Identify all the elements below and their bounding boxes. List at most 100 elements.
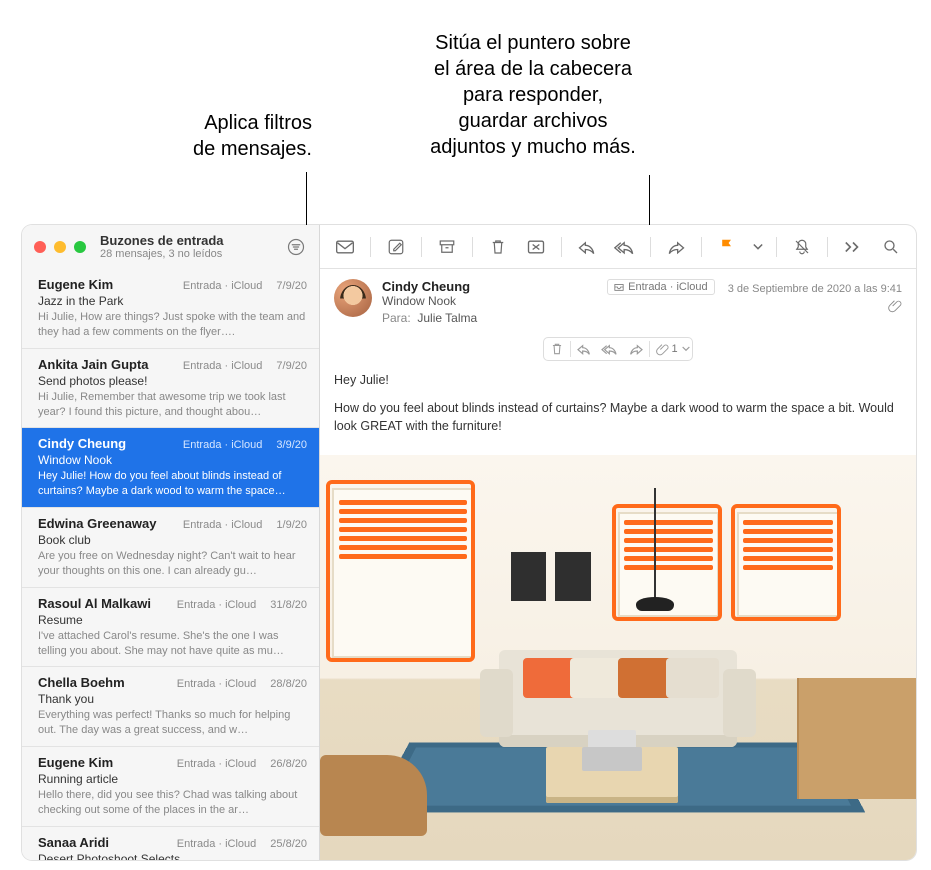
flag-button[interactable]	[712, 233, 742, 261]
hover-reply-all-button[interactable]	[597, 338, 623, 360]
toolbar	[320, 225, 916, 269]
filter-button[interactable]	[283, 234, 309, 260]
message-item[interactable]: Sanaa Aridi Entrada · iCloud 25/8/20 Desert…	[22, 827, 319, 860]
toolbar-divider	[827, 237, 828, 257]
body-greeting: Hey Julie!	[334, 371, 902, 389]
hover-reply-button[interactable]	[571, 338, 597, 360]
flag-menu-button[interactable]	[750, 233, 766, 261]
msg-subject: Jazz in the Park	[38, 294, 307, 308]
archive-button[interactable]	[432, 233, 462, 261]
msg-sender: Sanaa Aridi	[38, 835, 109, 850]
forward-icon	[628, 343, 644, 355]
header-hover-toolbar: 1	[543, 337, 692, 361]
msg-subject: Send photos please!	[38, 374, 307, 388]
reply-all-icon	[614, 239, 636, 255]
message-item[interactable]: Eugene Kim Entrada · iCloud 26/8/20 Running…	[22, 747, 319, 827]
chevron-down-icon	[753, 243, 763, 251]
msg-mailbox: Entrada · iCloud	[183, 280, 263, 292]
msg-subject: Desert Photoshoot Selects	[38, 852, 307, 860]
msg-preview: Hello there, did you see this? Chad was …	[38, 788, 307, 818]
message-list[interactable]: Eugene KimEntrada · iCloud7/9/20Jazz in …	[22, 269, 319, 860]
message-item[interactable]: Ankita Jain GuptaEntrada · iCloud7/9/20S…	[22, 349, 319, 429]
inbox-subtitle: 28 mensajes, 3 no leídos	[100, 248, 224, 260]
msg-subject: Resume	[38, 613, 307, 627]
delete-button[interactable]	[483, 233, 513, 261]
msg-mailbox: Entrada · iCloud	[177, 678, 257, 690]
sidebar-header: Buzones de entrada 28 mensajes, 3 no leí…	[22, 225, 319, 269]
forward-button[interactable]	[661, 233, 691, 261]
msg-date: 28/8/20	[270, 678, 307, 690]
reader-mailbox-pill[interactable]: Entrada · iCloud	[607, 279, 715, 295]
attachment-indicator	[888, 299, 902, 313]
compose-icon	[387, 238, 405, 256]
get-mail-button[interactable]	[330, 233, 360, 261]
msg-preview: Hey Julie! How do you feel about blinds …	[38, 469, 307, 499]
reader-date: 3 de Septiembre de 2020 a las 9:41	[728, 283, 902, 295]
callout-filters: Aplica filtros de mensajes.	[122, 110, 312, 162]
reader-subject: Window Nook	[382, 294, 902, 308]
reply-all-button[interactable]	[610, 233, 640, 261]
toolbar-divider	[776, 237, 777, 257]
message-item[interactable]: Rasoul Al MalkawiEntrada · iCloud31/8/20…	[22, 588, 319, 668]
flag-icon	[719, 238, 735, 256]
window-controls	[34, 241, 86, 253]
msg-sender: Chella Boehm	[38, 675, 125, 690]
callout-header-hover: Sitúa el puntero sobre el área de la cab…	[378, 30, 688, 160]
msg-mailbox: Entrada · iCloud	[183, 360, 263, 372]
archive-icon	[438, 238, 456, 256]
msg-subject: Running article	[38, 772, 307, 786]
reader-to: Para: Julie Talma	[382, 311, 902, 325]
msg-date: 3/9/20	[276, 439, 307, 451]
msg-subject: Book club	[38, 533, 307, 547]
junk-button[interactable]	[521, 233, 551, 261]
message-body: Hey Julie! How do you feel about blinds …	[320, 361, 916, 455]
message-item[interactable]: Edwina GreenawayEntrada · iCloud1/9/20Bo…	[22, 508, 319, 588]
hover-forward-button[interactable]	[623, 338, 649, 360]
reader-meta: Entrada · iCloud 3 de Septiembre de 2020…	[607, 279, 902, 295]
trash-icon	[550, 342, 564, 356]
compose-button[interactable]	[381, 233, 411, 261]
zoom-window-button[interactable]	[74, 241, 86, 253]
msg-sender: Eugene Kim	[38, 755, 113, 770]
message-item[interactable]: Chella Boehm Entrada · iCloud 28/8/20 Thank…	[22, 667, 319, 747]
reply-icon	[576, 343, 592, 355]
msg-subject: Window Nook	[38, 453, 307, 467]
msg-mailbox: Entrada · iCloud	[177, 838, 257, 850]
msg-date: 26/8/20	[270, 758, 307, 770]
msg-sender: Cindy Cheung	[38, 436, 126, 451]
msg-subject: Thank you	[38, 692, 307, 706]
hover-delete-button[interactable]	[544, 338, 570, 360]
message-header: Cindy Cheung Window Nook Para: Julie Tal…	[320, 269, 916, 331]
msg-mailbox: Entrada · iCloud	[177, 758, 257, 770]
message-item[interactable]: Cindy CheungEntrada · iCloud3/9/20Window…	[22, 428, 319, 508]
search-icon	[882, 238, 900, 256]
reply-button[interactable]	[572, 233, 602, 261]
toolbar-divider	[421, 237, 422, 257]
toolbar-divider	[701, 237, 702, 257]
msg-date: 1/9/20	[276, 519, 307, 531]
msg-preview: Everything was perfect! Thanks so much f…	[38, 708, 307, 738]
hover-attachments-button[interactable]: 1	[650, 338, 691, 360]
mute-button[interactable]	[787, 233, 817, 261]
paperclip-icon	[888, 299, 902, 313]
minimize-window-button[interactable]	[54, 241, 66, 253]
trash-icon	[489, 238, 507, 256]
msg-sender: Edwina Greenaway	[38, 516, 157, 531]
msg-sender: Ankita Jain Gupta	[38, 357, 149, 372]
close-window-button[interactable]	[34, 241, 46, 253]
photo-scene	[320, 455, 916, 860]
message-item[interactable]: Eugene KimEntrada · iCloud7/9/20Jazz in …	[22, 269, 319, 349]
sidebar: Buzones de entrada 28 mensajes, 3 no leí…	[22, 225, 320, 860]
attach-count: 1	[669, 343, 681, 355]
toolbar-divider	[370, 237, 371, 257]
msg-preview: Hi Julie, How are things? Just spoke wit…	[38, 310, 307, 340]
search-button[interactable]	[876, 233, 906, 261]
main-pane: Cindy Cheung Window Nook Para: Julie Tal…	[320, 225, 916, 860]
forward-icon	[666, 239, 686, 255]
inbox-heading: Buzones de entrada 28 mensajes, 3 no leí…	[100, 234, 224, 260]
more-button[interactable]	[838, 233, 868, 261]
mail-window: Buzones de entrada 28 mensajes, 3 no leí…	[22, 225, 916, 860]
attachment-image[interactable]	[320, 455, 916, 860]
junk-icon	[526, 238, 546, 256]
msg-date: 25/8/20	[270, 838, 307, 850]
